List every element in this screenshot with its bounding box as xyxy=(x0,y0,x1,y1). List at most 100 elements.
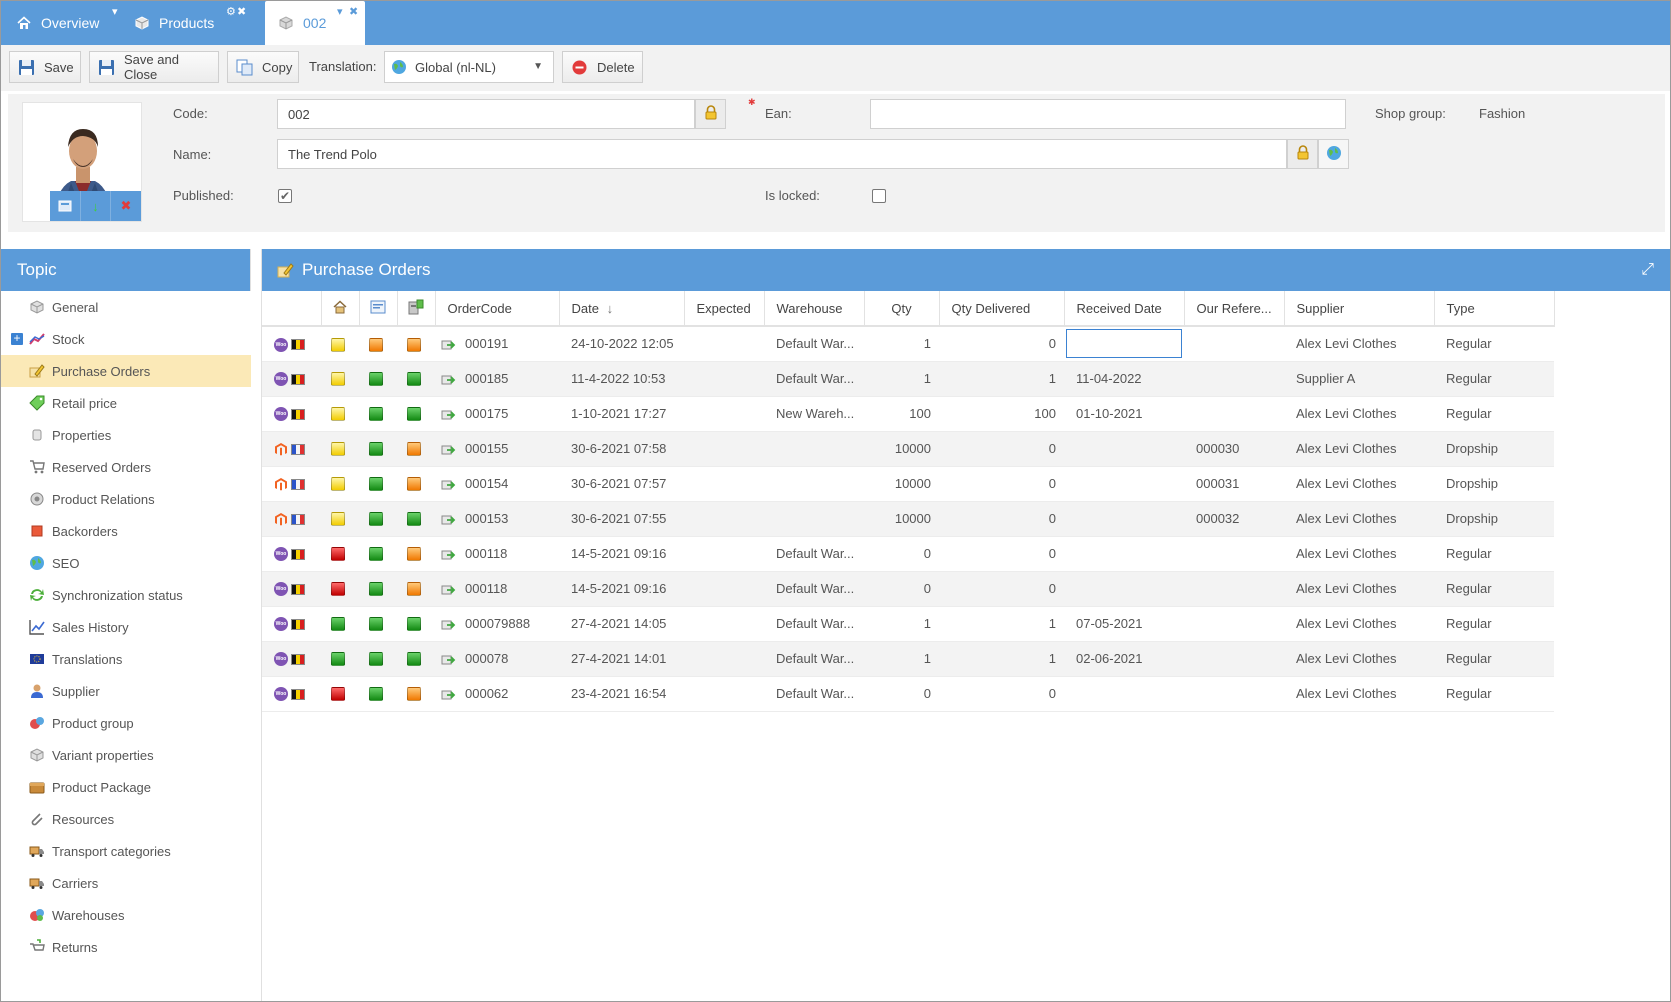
image-delete-button[interactable]: ✖ xyxy=(111,191,141,221)
ordercode-cell[interactable]: 000079888 xyxy=(435,606,559,642)
shop-cell: Woo xyxy=(262,641,321,677)
column-header-date[interactable]: Date ↓ xyxy=(559,291,685,327)
published-checkbox[interactable]: ✔ xyxy=(278,189,292,203)
package-icon xyxy=(29,779,45,795)
sidebar-item-seo[interactable]: SEO xyxy=(1,547,251,579)
table-row[interactable]: Woo 000062 23-4-2021 16:54 Default War... 0 0… xyxy=(262,676,1554,712)
open-order-icon[interactable] xyxy=(441,514,457,526)
open-order-icon[interactable] xyxy=(441,444,457,456)
open-order-icon[interactable] xyxy=(441,339,457,351)
column-header-supplier[interactable]: Supplier xyxy=(1284,291,1435,327)
table-row[interactable]: Woo 000118 14-5-2021 09:16 Default War... 0 0… xyxy=(262,536,1554,572)
code-field[interactable]: 002 xyxy=(277,99,695,129)
sidebar-item-synchronization-status[interactable]: Synchronization status xyxy=(1,579,251,611)
open-order-icon[interactable] xyxy=(441,374,457,386)
name-translate-button[interactable] xyxy=(1318,139,1349,169)
open-order-icon[interactable] xyxy=(441,549,457,561)
delete-button[interactable]: Delete xyxy=(562,51,643,83)
received-date-input[interactable] xyxy=(1066,329,1182,359)
ordercode-cell[interactable]: 000155 xyxy=(435,431,559,467)
column-header-shop-status[interactable] xyxy=(321,291,360,327)
sidebar-item-sales-history[interactable]: Sales History xyxy=(1,611,251,643)
ordercode-cell[interactable]: 000154 xyxy=(435,466,559,502)
table-row[interactable]: 000153 30-6-2021 07:55 10000 0 000032 Alex Le… xyxy=(262,501,1554,537)
column-header-our-reference[interactable]: Our Refere... xyxy=(1184,291,1285,327)
column-header-received-date[interactable]: Received Date xyxy=(1064,291,1185,327)
image-download-button[interactable]: ↓ xyxy=(80,191,112,221)
ordercode-cell[interactable]: 000078 xyxy=(435,641,559,677)
table-row[interactable]: Woo 000118 14-5-2021 09:16 Default War... 0 0… xyxy=(262,571,1554,607)
ordercode-cell[interactable]: 000062 xyxy=(435,676,559,712)
translation-select[interactable]: Global (nl-NL) ▼ xyxy=(384,51,554,83)
image-edit-button[interactable] xyxy=(50,191,81,221)
copy-button[interactable]: Copy xyxy=(227,51,299,83)
close-icon[interactable]: ✖ xyxy=(237,7,246,18)
sidebar-item-carriers[interactable]: Carriers xyxy=(1,867,251,899)
expand-icon[interactable]: ⤢ xyxy=(1641,261,1654,279)
column-header-qty[interactable]: Qty xyxy=(864,291,940,327)
ordercode-cell[interactable]: 000118 xyxy=(435,536,559,572)
ordercode-cell[interactable]: 000185 xyxy=(435,361,559,397)
close-icon[interactable]: ✖ xyxy=(349,7,358,18)
sidebar-item-translations[interactable]: Translations xyxy=(1,643,251,675)
expand-plus-icon[interactable]: + xyxy=(11,332,23,345)
tab-menu-icon[interactable]: ▾ xyxy=(337,7,343,18)
sidebar-item-returns[interactable]: Returns xyxy=(1,931,251,963)
sidebar-item-transport-categories[interactable]: Transport categories xyxy=(1,835,251,867)
save-and-close-button[interactable]: Save and Close xyxy=(89,51,219,83)
ean-field[interactable] xyxy=(870,99,1346,129)
topic-list: General + Stock Purchase Orders Retail price… xyxy=(1,291,251,1001)
name-lock-button[interactable] xyxy=(1287,139,1318,169)
table-row[interactable]: Woo 000079888 27-4-2021 14:05 Default War..… xyxy=(262,606,1554,642)
open-order-icon[interactable] xyxy=(441,619,457,631)
column-header-ordercode[interactable]: OrderCode xyxy=(435,291,560,327)
ordercode-cell[interactable]: 000118 xyxy=(435,571,559,607)
tab-002[interactable]: 002 ▾ ✖ xyxy=(265,1,365,45)
table-row[interactable]: Woo 000185 11-4-2022 10:53 Default War... 1 1… xyxy=(262,361,1554,397)
is-locked-checkbox[interactable] xyxy=(872,189,886,203)
sidebar-item-reserved-orders[interactable]: Reserved Orders xyxy=(1,451,251,483)
column-header-type[interactable]: Type xyxy=(1434,291,1555,327)
column-header-expected[interactable]: Expected xyxy=(684,291,765,327)
sidebar-item-resources[interactable]: Resources xyxy=(1,803,251,835)
column-header-warehouse[interactable]: Warehouse xyxy=(764,291,865,327)
sidebar-item-supplier[interactable]: Supplier xyxy=(1,675,251,707)
sidebar-item-warehouses[interactable]: Warehouses xyxy=(1,899,251,931)
sidebar-item-product-relations[interactable]: Product Relations xyxy=(1,483,251,515)
open-order-icon[interactable] xyxy=(441,689,457,701)
table-row[interactable]: Woo 000175 1-10-2021 17:27 New Wareh... 100 1… xyxy=(262,396,1554,432)
sidebar-item-product-group[interactable]: Product group xyxy=(1,707,251,739)
stock-icon xyxy=(408,299,423,314)
open-order-icon[interactable] xyxy=(441,654,457,666)
date-cell: 24-10-2022 12:05 xyxy=(559,326,684,362)
code-lock-button[interactable] xyxy=(695,99,726,129)
name-field[interactable]: The Trend Polo xyxy=(277,139,1287,169)
table-row[interactable]: 000155 30-6-2021 07:58 10000 0 000030 Alex Le… xyxy=(262,431,1554,467)
received-date-cell[interactable] xyxy=(1064,326,1184,362)
sidebar-item-properties[interactable]: Properties xyxy=(1,419,251,451)
save-button[interactable]: Save xyxy=(9,51,81,83)
open-order-icon[interactable] xyxy=(441,479,457,491)
sidebar-item-retail-price[interactable]: Retail price xyxy=(1,387,251,419)
tab-products[interactable]: Products ⚙ ✖ xyxy=(133,1,253,45)
table-row[interactable]: Woo 000191 24-10-2022 12:05 Default War... 1… xyxy=(262,326,1554,362)
sidebar-item-general[interactable]: General xyxy=(1,291,251,323)
ordercode-cell[interactable]: 000175 xyxy=(435,396,559,432)
sidebar-item-product-package[interactable]: Product Package xyxy=(1,771,251,803)
open-order-icon[interactable] xyxy=(441,584,457,596)
tab-settings-icon[interactable]: ⚙ xyxy=(226,7,236,18)
sidebar-item-variant-properties[interactable]: Variant properties xyxy=(1,739,251,771)
tab-overview[interactable]: Overview ▾ xyxy=(15,1,125,45)
column-header-document-status[interactable] xyxy=(359,291,398,327)
column-header-qty-delivered[interactable]: Qty Delivered xyxy=(939,291,1065,327)
open-order-icon[interactable] xyxy=(441,409,457,421)
sidebar-item-backorders[interactable]: Backorders xyxy=(1,515,251,547)
column-header-stock-status[interactable] xyxy=(397,291,436,327)
ordercode-cell[interactable]: 000153 xyxy=(435,501,559,537)
sidebar-item-stock[interactable]: + Stock xyxy=(1,323,251,355)
tab-menu-icon[interactable]: ▾ xyxy=(112,7,118,18)
table-row[interactable]: 000154 30-6-2021 07:57 10000 0 000031 Alex Le… xyxy=(262,466,1554,502)
sidebar-item-purchase-orders[interactable]: Purchase Orders xyxy=(1,355,251,387)
ordercode-cell[interactable]: 000191 xyxy=(435,326,559,362)
table-row[interactable]: Woo 000078 27-4-2021 14:01 Default War... 1 1… xyxy=(262,641,1554,677)
